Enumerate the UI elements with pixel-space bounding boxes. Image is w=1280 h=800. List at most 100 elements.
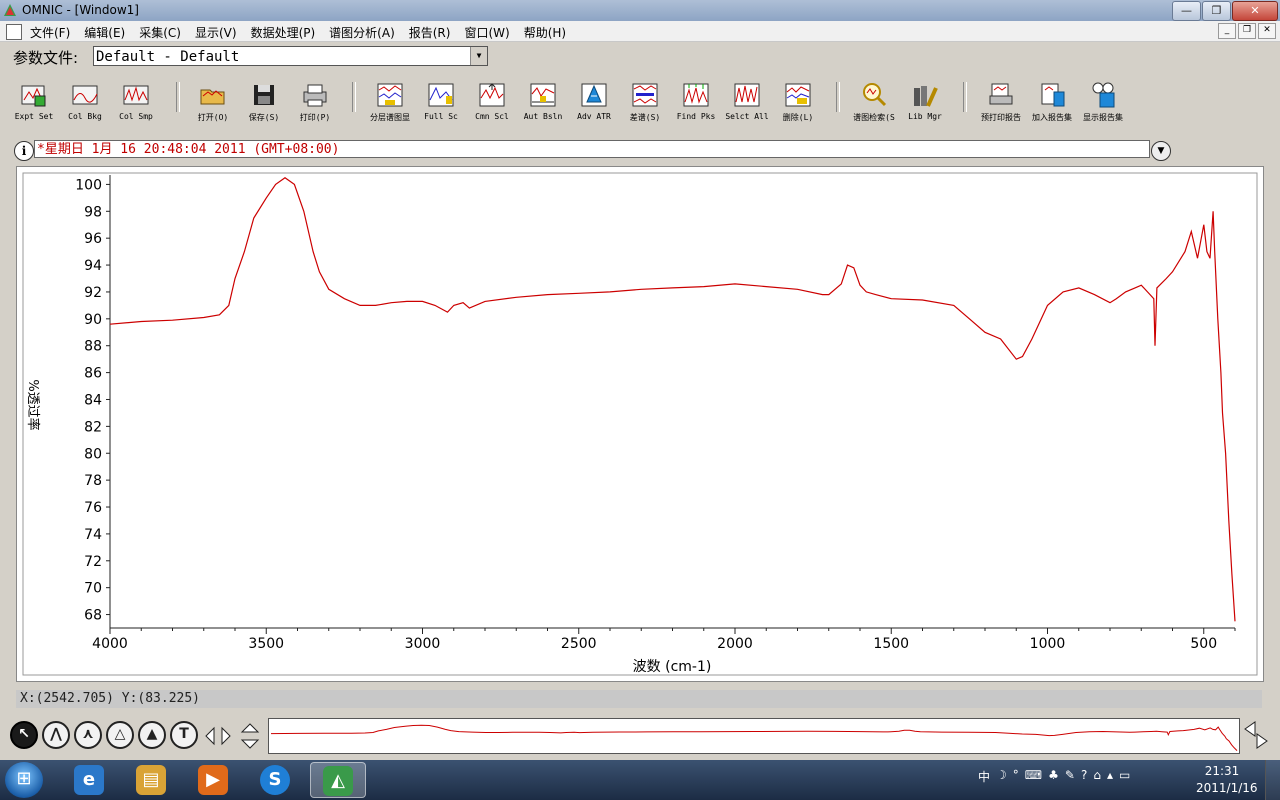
network-icon[interactable]: ⌂ xyxy=(1093,768,1101,785)
show-hidden-icons-icon[interactable]: ▴ xyxy=(1107,768,1113,785)
punctuation-icon[interactable]: ° xyxy=(1013,768,1019,785)
menu-process[interactable]: 数据处理(P) xyxy=(251,24,316,41)
chevron-down-icon[interactable]: ▼ xyxy=(1151,141,1171,161)
experiment-setup-button[interactable]: Expt Set xyxy=(8,80,60,121)
y-tick-label: 84 xyxy=(84,392,102,408)
menu-report[interactable]: 报告(R) xyxy=(409,24,451,41)
auto-baseline-button[interactable]: Aut Bsln xyxy=(517,80,569,121)
add-to-report-icon xyxy=(1041,83,1065,107)
spectrum-overview-pane[interactable] xyxy=(268,718,1240,754)
media-player-icon: ▶ xyxy=(198,765,228,795)
help-icon[interactable]: ? xyxy=(1081,768,1087,785)
spectral-tool-button[interactable]: ▲ xyxy=(138,721,166,749)
x-tick-label: 4000 xyxy=(92,636,128,652)
parameter-file-select[interactable]: Default - Default ▼ xyxy=(93,46,488,66)
peak-height-tool-button[interactable]: ⋏ xyxy=(74,721,102,749)
taskbar-clock[interactable]: 21:31 2011/1/16 xyxy=(1196,763,1258,797)
clock-time: 21:31 xyxy=(1204,764,1240,778)
info-icon[interactable]: i xyxy=(14,141,34,161)
window-title: OMNIC - [Window1] xyxy=(22,3,139,17)
annotation-text-tool-button[interactable]: T xyxy=(170,721,198,749)
taskbar-app-sogou[interactable]: S xyxy=(248,762,304,798)
delete-spectrum-button[interactable]: 删除(L) xyxy=(772,80,824,123)
maximize-button[interactable]: ❐ xyxy=(1202,1,1231,21)
y-tick-label: 88 xyxy=(84,339,102,355)
menu-collect[interactable]: 采集(C) xyxy=(139,24,181,41)
advanced-atr-button[interactable]: Adv ATR xyxy=(568,80,620,121)
expand-horizontal-icon[interactable] xyxy=(204,722,232,750)
menu-edit[interactable]: 编辑(E) xyxy=(84,24,125,41)
ime-indicator-icon[interactable]: 中 xyxy=(978,768,990,785)
parameter-file-row: 参数文件: Default - Default ▼ xyxy=(0,42,1280,72)
doc-minimize-button[interactable]: _ xyxy=(1218,23,1236,39)
keyboard-icon[interactable]: ⌨ xyxy=(1025,768,1042,785)
y-tick-label: 92 xyxy=(84,285,102,301)
taskbar-app-omnic[interactable]: ◭ xyxy=(310,762,366,798)
view-report-button[interactable]: 显示报告集 xyxy=(1077,80,1129,123)
parameter-file-value: Default - Default xyxy=(96,49,240,65)
subtract-spectra-icon xyxy=(632,83,658,107)
overview-nav-icon[interactable] xyxy=(1243,720,1269,750)
x-axis: 4000 3500 3000 2500 2000 1500 1000 500 xyxy=(92,627,1236,652)
printer-icon xyxy=(303,84,327,107)
x-tick-label: 2500 xyxy=(561,636,597,652)
taskbar-app-media[interactable]: ▶ xyxy=(186,762,242,798)
region-tool-button[interactable]: ⋀ xyxy=(42,721,70,749)
spectrum-display-panel[interactable]: 68 70 72 74 76 78 80 82 84 86 88 90 92 94 96 98 100 4000… xyxy=(16,166,1264,682)
open-folder-icon xyxy=(200,89,225,105)
close-button[interactable]: ✕ xyxy=(1232,1,1278,21)
collect-sample-button[interactable]: Col Smp xyxy=(110,80,162,121)
main-toolbar: Expt Set Col Bkg Col Smp 打开(O) 保存(S) 打印(… xyxy=(0,74,1280,132)
expand-vertical-icon[interactable] xyxy=(236,722,264,750)
peak-height-tool-icon: ⋏ xyxy=(82,726,94,742)
spectrum-trace[interactable] xyxy=(109,176,1236,622)
spectrum-chart[interactable]: 68 70 72 74 76 78 80 82 84 86 88 90 92 94 96 98 100 4000… xyxy=(17,167,1263,681)
document-window-icon[interactable] xyxy=(6,24,22,40)
print-preview-report-button[interactable]: 预打印报告 xyxy=(975,80,1027,123)
menu-help[interactable]: 帮助(H) xyxy=(524,24,566,41)
window-title-bar[interactable]: OMNIC - [Window1] — ❐ ✕ xyxy=(0,0,1280,21)
moon-icon[interactable]: ☽ xyxy=(996,768,1007,785)
x-tick-label: 1500 xyxy=(873,636,909,652)
open-button[interactable]: 打开(O) xyxy=(187,80,239,123)
full-scale-button[interactable]: Full Sc xyxy=(415,80,467,121)
taskbar-app-ie[interactable]: e xyxy=(62,762,118,798)
tools-icon[interactable]: ✎ xyxy=(1065,768,1075,785)
select-all-button[interactable]: Selct All xyxy=(721,80,773,121)
find-peaks-button[interactable]: Find Pks xyxy=(670,80,722,121)
show-desktop-button[interactable] xyxy=(1265,760,1280,800)
peak-area-tool-button[interactable]: △ xyxy=(106,721,134,749)
common-scale-button[interactable]: Cmn Scl xyxy=(466,80,518,121)
start-button[interactable]: ⊞ xyxy=(5,762,43,798)
omnic-logo-icon xyxy=(4,4,16,16)
chevron-down-icon[interactable]: ▼ xyxy=(470,47,487,65)
full-scale-icon xyxy=(428,83,454,107)
action-center-icon[interactable]: ▭ xyxy=(1119,768,1130,785)
subtract-spectra-button[interactable]: 差谱(S) xyxy=(619,80,671,123)
print-button[interactable]: 打印(P) xyxy=(289,80,341,123)
library-manager-button[interactable]: Lib Mgr xyxy=(899,80,951,121)
save-button[interactable]: 保存(S) xyxy=(238,80,290,123)
menu-analyze[interactable]: 谱图分析(A) xyxy=(329,24,395,41)
print-preview-report-icon xyxy=(989,83,1013,105)
clover-icon[interactable]: ♣ xyxy=(1048,768,1059,785)
parameter-file-label: 参数文件: xyxy=(13,49,79,67)
doc-close-button[interactable]: ✕ xyxy=(1258,23,1276,39)
stack-spectra-button[interactable]: 分层谱图显 xyxy=(364,80,416,123)
taskbar-app-explorer[interactable]: ▤ xyxy=(124,762,180,798)
selection-tool-button[interactable]: ↖ xyxy=(10,721,38,749)
annotation-text-tool-icon: T xyxy=(179,726,189,742)
library-search-icon xyxy=(863,83,887,107)
spectrum-title-field[interactable]: *星期日 1月 16 20:48:04 2011 (GMT+08:00) xyxy=(34,140,1150,158)
minimize-button[interactable]: — xyxy=(1172,1,1201,21)
menu-view[interactable]: 显示(V) xyxy=(195,24,237,41)
add-to-report-button[interactable]: 加入报告集 xyxy=(1026,80,1078,123)
collect-background-button[interactable]: Col Bkg xyxy=(59,80,111,121)
menu-file[interactable]: 文件(F) xyxy=(30,24,70,41)
doc-restore-button[interactable]: ❐ xyxy=(1238,23,1256,39)
menu-window[interactable]: 窗口(W) xyxy=(464,24,509,41)
library-search-button[interactable]: 谱图检索(S xyxy=(848,80,900,123)
y-tick-label: 100 xyxy=(75,177,102,193)
overview-chart[interactable] xyxy=(269,719,1239,753)
spectrum-title-row: i *星期日 1月 16 20:48:04 2011 (GMT+08:00) ▼ xyxy=(0,138,1280,162)
